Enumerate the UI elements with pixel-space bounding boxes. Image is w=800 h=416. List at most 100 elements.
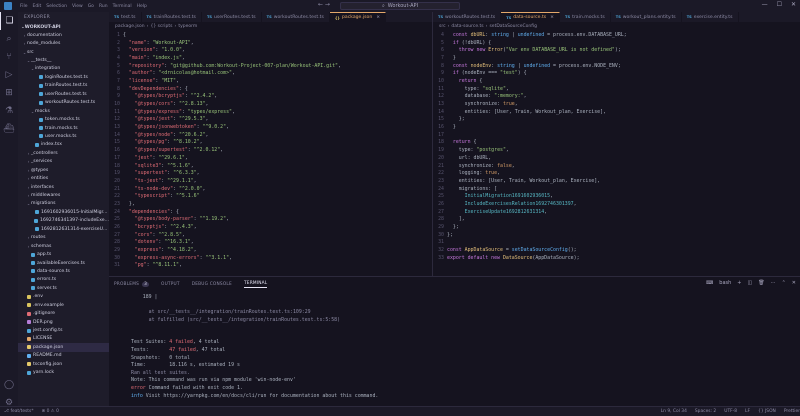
minimize-icon[interactable]: — <box>762 1 768 8</box>
data-source-editor[interactable]: 4 const dbURL: string | undefined = proc… <box>433 31 800 274</box>
file-item[interactable]: userRoutes.test.ts <box>18 90 109 98</box>
file-item[interactable]: data-source.ts <box>18 267 109 275</box>
file-item[interactable]: index.tsx <box>18 141 109 149</box>
account-icon[interactable]: ◯ <box>0 376 18 394</box>
menu-item-go[interactable]: Go <box>88 4 94 9</box>
file-item[interactable]: token.mocks.ts <box>18 115 109 123</box>
menu-item-run[interactable]: Run <box>99 4 108 9</box>
status-item[interactable]: {} JSON <box>758 409 776 414</box>
tab-userroutes-test-ts[interactable]: TS userRoutes.test.ts <box>202 12 262 22</box>
folder-item[interactable]: ⌄ __tests__ <box>18 56 109 64</box>
folder-item[interactable]: › documentation <box>18 31 109 39</box>
package-json-editor[interactable]: 1{2 "name": "Workout-API", 3 "version": "… <box>109 31 432 274</box>
breadcrumb-item[interactable]: src <box>439 24 446 29</box>
close-panel-icon[interactable]: ✕ <box>792 280 796 286</box>
testing-icon[interactable]: ⚗ <box>0 102 18 120</box>
folder-item[interactable]: ⌄ integration <box>18 65 109 73</box>
add-terminal-icon[interactable]: + <box>737 280 741 286</box>
maximize-icon[interactable]: ☐ <box>777 1 782 8</box>
menu-item-help[interactable]: Help <box>137 4 147 9</box>
folder-item[interactable]: › node_modules <box>18 39 109 47</box>
status-item[interactable]: UTF-8 <box>724 409 737 414</box>
file-item[interactable]: .env <box>18 293 109 301</box>
tab-train-mocks-ts[interactable]: TS train.mocks.ts <box>560 12 611 22</box>
folder-item[interactable]: › routes <box>18 234 109 242</box>
breadcrumb-item[interactable]: {} scripts <box>150 24 172 29</box>
more-icon[interactable]: ⋯ <box>771 280 776 286</box>
file-item[interactable]: package.json <box>18 343 109 352</box>
terminal-shell-icon[interactable]: ⌨ <box>706 280 713 286</box>
file-item[interactable]: .gitignore <box>18 309 109 317</box>
tab-package-json[interactable]: {} package.json × <box>329 12 387 22</box>
folder-item[interactable]: › middlewares <box>18 191 109 199</box>
tab-workout-plans-entity-ts[interactable]: TS workout_plans.entity.ts <box>611 12 682 22</box>
panel-tab-problems[interactable]: PROBLEMS <box>114 282 139 287</box>
tab-workoutroutes-test-ts[interactable]: TS workoutRoutes.test.ts <box>433 12 502 22</box>
status-item[interactable]: ⎇ feat/tests* <box>4 409 34 414</box>
folder-item[interactable]: › schemas <box>18 242 109 250</box>
close-icon[interactable]: ✕ <box>791 1 796 8</box>
shell-label[interactable]: bash <box>719 280 731 286</box>
folder-item[interactable]: › _controllers <box>18 149 109 157</box>
tab-data-source-ts[interactable]: TS data-source.ts × <box>501 12 561 22</box>
file-item[interactable]: workoutRoutes.test.ts <box>18 99 109 107</box>
file-item[interactable]: 1692746341397-includeExe... <box>18 217 109 225</box>
breadcrumb-item[interactable]: package.json <box>115 24 145 29</box>
breadcrumb-item[interactable]: typeorm <box>178 24 197 29</box>
folder-item[interactable]: ⌄ src <box>18 48 109 56</box>
file-item[interactable]: errors.ts <box>18 276 109 284</box>
file-item[interactable]: app.ts <box>18 250 109 258</box>
menu-item-file[interactable]: File <box>20 4 28 9</box>
source-control-icon[interactable]: ⑂ <box>0 48 18 66</box>
file-item[interactable]: 1691602936015-InitialMigr... <box>18 208 109 216</box>
close-tab-icon[interactable]: × <box>550 15 554 20</box>
command-center[interactable]: ⌕ Workout-API <box>340 2 460 10</box>
file-item[interactable]: user.mocks.ts <box>18 132 109 140</box>
run-debug-icon[interactable]: ▷ <box>0 66 18 84</box>
file-item[interactable]: yarn.lock <box>18 369 109 377</box>
file-item[interactable]: train.mocks.ts <box>18 124 109 132</box>
file-item[interactable]: LICENSE <box>18 335 109 343</box>
extensions-icon[interactable]: ⊞ <box>0 84 18 102</box>
file-item[interactable]: trainRoutes.test.ts <box>18 82 109 90</box>
trash-icon[interactable]: 🗑 <box>758 280 764 286</box>
tab-test-ts[interactable]: TS test.ts <box>109 12 142 22</box>
menu-item-selection[interactable]: Selection <box>46 4 67 9</box>
chevron-up-icon[interactable]: ⌃ <box>782 280 786 286</box>
terminal-output[interactable]: 189 | at src/__tests__/integration/train… <box>131 293 791 416</box>
tab-workoutroutes-test-ts[interactable]: TS workoutRoutes.test.ts <box>262 12 330 22</box>
folder-item[interactable]: › interfaces <box>18 183 109 191</box>
folder-item[interactable]: ⌄ mocks <box>18 107 109 115</box>
tab-trainroutes-test-ts[interactable]: TS trainRoutes.test.ts <box>142 12 202 22</box>
breadcrumb-item[interactable]: setDataSourceConfig <box>489 24 537 29</box>
panel-tab-terminal[interactable]: TERMINAL <box>243 281 268 288</box>
file-item[interactable]: 1692812631314-exerciseU... <box>18 225 109 233</box>
menu-item-edit[interactable]: Edit <box>33 4 42 9</box>
folder-item[interactable]: › entities <box>18 174 109 182</box>
tab-exercise-entity-ts[interactable]: TS exercise.entity.ts <box>682 12 739 22</box>
status-item[interactable]: ⊗ 0 ⚠ 0 <box>42 409 59 414</box>
split-terminal-icon[interactable]: ◫ <box>748 280 753 286</box>
status-item[interactable]: Spaces: 2 <box>695 409 716 414</box>
docker-icon[interactable]: ⛴ <box>0 120 18 138</box>
nav-arrows-icon[interactable]: ← → <box>318 1 330 8</box>
folder-item[interactable]: › @types <box>18 166 109 174</box>
file-item[interactable]: DER.png <box>18 318 109 326</box>
search-icon[interactable]: ⌕ <box>0 30 18 48</box>
project-header[interactable]: ⌄ WORKOUT-API <box>18 23 109 31</box>
panel-tab-output[interactable]: OUTPUT <box>161 282 180 287</box>
files-icon[interactable]: ❏ <box>0 12 18 30</box>
file-item[interactable]: README.md <box>18 352 109 360</box>
file-item[interactable]: loginRoutes.test.ts <box>18 73 109 81</box>
file-item[interactable]: jest.config.ts <box>18 326 109 334</box>
folder-item[interactable]: › _services <box>18 158 109 166</box>
status-item[interactable]: Prettier <box>784 409 800 414</box>
folder-item[interactable]: ⌄ migrations <box>18 200 109 208</box>
menu-item-terminal[interactable]: Terminal <box>113 4 132 9</box>
file-item[interactable]: availableExercises.ts <box>18 259 109 267</box>
file-item[interactable]: tsconfig.json <box>18 360 109 368</box>
breadcrumb-item[interactable]: data-source.ts <box>451 24 483 29</box>
status-item[interactable]: LF <box>745 409 750 414</box>
close-tab-icon[interactable]: × <box>376 15 380 20</box>
status-item[interactable]: Ln 9, Col 34 <box>661 409 687 414</box>
